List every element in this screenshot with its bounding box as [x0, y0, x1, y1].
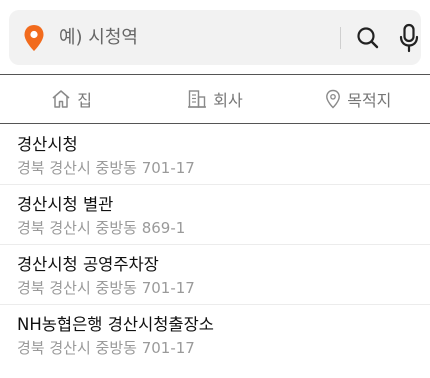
search-bar[interactable] [9, 10, 421, 65]
list-item[interactable]: NH농협은행 경산시청출장소 경북 경산시 중방동 701-17 [0, 305, 430, 365]
tab-destination[interactable]: 목적지 [287, 75, 430, 123]
tab-home-label: 집 [77, 91, 93, 110]
search-header [0, 0, 430, 74]
list-item[interactable]: 경산시청 경북 경산시 중방동 701-17 [0, 125, 430, 185]
building-icon [188, 90, 207, 108]
search-divider [340, 27, 341, 49]
result-name: 경산시청 [17, 135, 78, 154]
tab-office[interactable]: 회사 [143, 75, 286, 123]
search-icon[interactable] [355, 25, 381, 51]
location-pin-icon [24, 25, 44, 51]
result-name: 경산시청 공영주차장 [17, 255, 159, 274]
result-name: NH농협은행 경산시청출장소 [17, 315, 214, 334]
home-icon [52, 90, 70, 108]
app-root: 집 회사 목적지 경산시청 경북 경산시 중방동 701-17 [0, 0, 430, 378]
list-item[interactable]: 경산시청 별관 경북 경산시 중방동 869-1 [0, 185, 430, 245]
result-address: 경북 경산시 중방동 701-17 [17, 279, 195, 297]
microphone-icon[interactable] [397, 23, 421, 53]
result-address: 경북 경산시 중방동 869-1 [17, 219, 186, 237]
result-address: 경북 경산시 중방동 701-17 [17, 159, 195, 177]
result-address: 경북 경산시 중방동 701-17 [17, 339, 195, 357]
tab-destination-label: 목적지 [347, 91, 392, 110]
tab-office-label: 회사 [213, 91, 243, 110]
list-item[interactable]: 경산시청 공영주차장 경북 경산시 중방동 701-17 [0, 245, 430, 305]
search-results-list: 경산시청 경북 경산시 중방동 701-17 경산시청 별관 경북 경산시 중방… [0, 125, 430, 365]
tab-home[interactable]: 집 [0, 75, 143, 123]
result-name: 경산시청 별관 [17, 195, 114, 214]
search-input[interactable] [59, 20, 329, 54]
quick-destination-tabs: 집 회사 목적지 [0, 74, 430, 124]
location-pin-icon [326, 89, 341, 109]
